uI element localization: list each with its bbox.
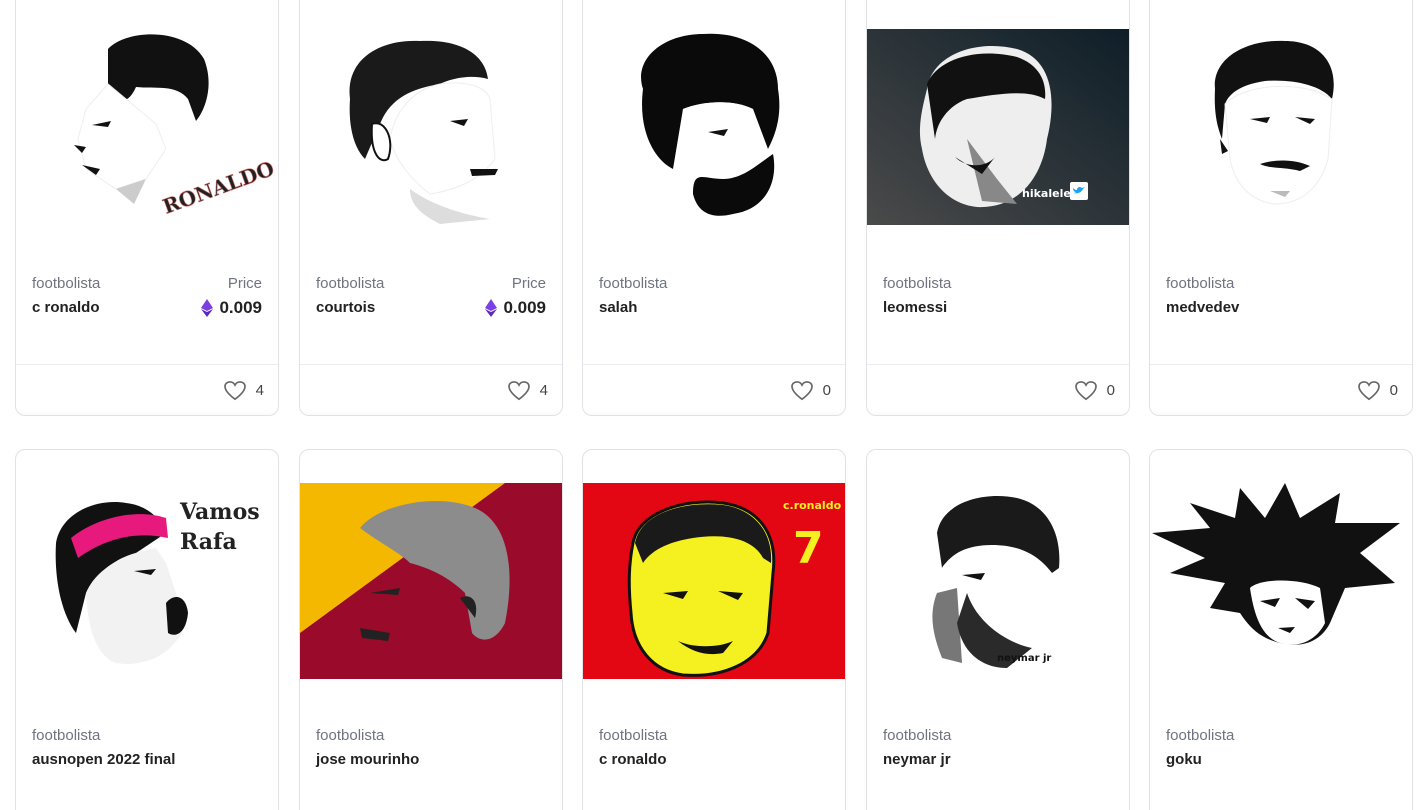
price-value: 0.009	[485, 298, 546, 318]
card-footer: 4	[16, 364, 278, 415]
nft-image[interactable]: neymar jr	[867, 483, 1129, 679]
like-count: 4	[539, 382, 548, 399]
art-caption-line2: 7	[793, 523, 824, 574]
like-count: 0	[1106, 382, 1115, 399]
art-caption: hikalele	[1022, 187, 1071, 200]
price-value: 0.009	[201, 298, 262, 318]
art-caption-line1: Vamos	[179, 499, 260, 525]
nft-card[interactable]: footbolista salah 0	[582, 0, 846, 416]
nft-card[interactable]: footbolista courtois Price 0.009 4	[299, 0, 563, 416]
ronaldo-portrait-icon: RONALDO	[74, 34, 278, 219]
price-block: Price 0.009	[201, 275, 262, 318]
ethereum-icon	[485, 299, 498, 317]
salah-portrait-icon	[641, 33, 780, 216]
art-caption: RONALDO	[160, 156, 278, 218]
nft-image[interactable]: Vamos Rafa	[16, 483, 278, 679]
creator-name[interactable]: footbolista	[316, 727, 546, 744]
heart-icon[interactable]	[507, 380, 530, 401]
nft-image[interactable]: RONALDO	[16, 29, 278, 225]
nft-card[interactable]: footbolista jose mourinho	[299, 449, 563, 810]
nft-card[interactable]: Vamos Rafa footbolista ausnopen 2022 fin…	[15, 449, 279, 810]
nft-title[interactable]: medvedev	[1166, 297, 1316, 319]
creator-name[interactable]: footbolista	[599, 727, 829, 744]
nft-image[interactable]	[300, 29, 562, 225]
nft-title[interactable]: c ronaldo	[599, 749, 749, 771]
card-footer: 0	[583, 364, 845, 415]
card-footer: 0	[1150, 364, 1412, 415]
art-caption-line1: c.ronaldo	[783, 499, 842, 512]
nft-card[interactable]: RONALDO footbolista c ronaldo Price 0.00…	[15, 0, 279, 416]
nft-title[interactable]: courtois	[316, 297, 466, 319]
price-amount: 0.009	[503, 298, 546, 317]
nft-title[interactable]: neymar jr	[883, 749, 1033, 771]
goku-portrait-icon	[1152, 483, 1400, 645]
ronaldo-yellow-portrait-icon: c.ronaldo 7	[583, 483, 845, 679]
neymar-portrait-icon: neymar jr	[932, 496, 1060, 668]
nft-title[interactable]: ausnopen 2022 final	[32, 749, 182, 771]
nft-title[interactable]: jose mourinho	[316, 749, 466, 771]
nft-card[interactable]: neymar jr footbolista neymar jr	[866, 449, 1130, 810]
nft-title[interactable]: c ronaldo	[32, 297, 182, 319]
creator-name[interactable]: footbolista	[1166, 275, 1396, 292]
like-count: 0	[822, 382, 831, 399]
nft-card[interactable]: hikalele footbolista leomessi 0	[866, 0, 1130, 416]
card-footer: 4	[300, 364, 562, 415]
creator-name[interactable]: footbolista	[32, 727, 262, 744]
price-block: Price 0.009	[485, 275, 546, 318]
nft-card[interactable]: footbolista goku	[1149, 449, 1413, 810]
art-caption-line2: Rafa	[180, 529, 237, 555]
creator-name[interactable]: footbolista	[883, 275, 1113, 292]
ethereum-icon	[201, 299, 214, 317]
nft-image[interactable]	[1150, 483, 1412, 679]
creator-name[interactable]: footbolista	[1166, 727, 1396, 744]
heart-icon[interactable]	[1074, 380, 1097, 401]
nft-title[interactable]: goku	[1166, 749, 1316, 771]
creator-name[interactable]: footbolista	[599, 275, 829, 292]
like-count: 4	[255, 382, 264, 399]
messi-portrait-icon: hikalele	[867, 29, 1129, 225]
nft-card[interactable]: c.ronaldo 7 footbolista c ronaldo	[582, 449, 846, 810]
nft-image[interactable]	[1150, 29, 1412, 225]
heart-icon[interactable]	[790, 380, 813, 401]
courtois-portrait-icon	[349, 40, 498, 224]
price-label: Price	[511, 275, 546, 292]
heart-icon[interactable]	[1357, 380, 1380, 401]
creator-name[interactable]: footbolista	[883, 727, 1113, 744]
nft-card[interactable]: footbolista medvedev 0	[1149, 0, 1413, 416]
nft-image[interactable]: hikalele	[867, 29, 1129, 225]
heart-icon[interactable]	[223, 380, 246, 401]
nft-image[interactable]: c.ronaldo 7	[583, 483, 845, 679]
price-label: Price	[227, 275, 262, 292]
nadal-portrait-icon: Vamos Rafa	[55, 499, 260, 664]
like-count: 0	[1389, 382, 1398, 399]
art-caption: neymar jr	[997, 653, 1051, 664]
mourinho-portrait-icon	[300, 483, 562, 679]
card-footer: 0	[867, 364, 1129, 415]
medvedev-portrait-icon	[1214, 40, 1334, 205]
nft-title[interactable]: leomessi	[883, 297, 1033, 319]
nft-image[interactable]	[300, 483, 562, 679]
nft-title[interactable]: salah	[599, 297, 749, 319]
price-amount: 0.009	[219, 298, 262, 317]
nft-image[interactable]	[583, 29, 845, 225]
